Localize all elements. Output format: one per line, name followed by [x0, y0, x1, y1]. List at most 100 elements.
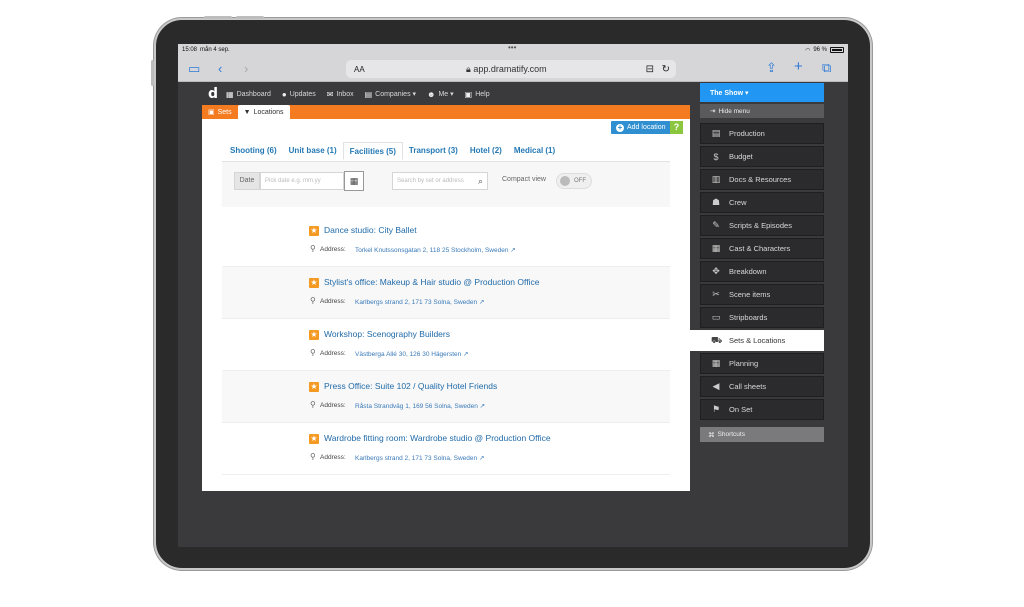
nav-help[interactable]: ▣ Help	[465, 90, 490, 99]
planning-icon: ▦	[711, 358, 721, 368]
text-size-button[interactable]: AA	[354, 65, 365, 74]
ipad-screen: 15:08 mån 4 sep. ••• ◠ 96 % ▭ ‹ › AA 🔒︎ …	[178, 44, 848, 547]
star-icon[interactable]: ★	[309, 278, 319, 288]
tab-facilities[interactable]: Facilities (5)	[342, 142, 403, 160]
sidebar-item-sets-locations[interactable]: ⛟ Sets & Locations	[690, 330, 824, 351]
address-label: Address:	[320, 350, 346, 357]
help-button[interactable]: ?	[670, 121, 683, 134]
date-input[interactable]: Pick date e.g. mm.yy	[260, 172, 344, 190]
add-location-button[interactable]: + Add location	[611, 121, 671, 134]
star-icon[interactable]: ★	[309, 434, 319, 444]
sidebar-item-label: Production	[729, 129, 765, 138]
browser-toolbar: ▭ ‹ › AA 🔒︎ app.dramatify.com ⊟ ↻ ⇪ + ⧉	[178, 56, 848, 82]
wifi-icon: ◠	[805, 47, 811, 54]
sidebar-item-scripts[interactable]: ✎ Scripts & Episodes	[700, 215, 824, 236]
multitask-dots-icon[interactable]: •••	[508, 44, 516, 52]
tab-sets-label: Sets	[217, 108, 232, 116]
reader-icon[interactable]: ⊟	[646, 64, 654, 75]
nav-updates[interactable]: ● Updates	[282, 90, 316, 99]
sidebar-item-production[interactable]: ▤ Production	[700, 123, 824, 144]
sidebar-item-stripboards[interactable]: ▭ Stripboards	[700, 307, 824, 328]
tab-locations[interactable]: ▼ Locations	[237, 105, 290, 119]
reload-icon[interactable]: ↻	[662, 64, 670, 75]
nav-companies-label: Companies ▾	[375, 91, 417, 98]
tab-unit-base[interactable]: Unit base (1)	[283, 142, 343, 160]
ipad-top-button-2	[236, 16, 264, 19]
show-selector-button[interactable]: The Show ▾	[700, 83, 824, 102]
nav-inbox[interactable]: ✉ Inbox	[327, 90, 354, 99]
tab-shooting[interactable]: Shooting (6)	[224, 142, 283, 160]
sidebar-item-scene-items[interactable]: ✂ Scene items	[700, 284, 824, 305]
calendar-icon[interactable]: ▦	[344, 171, 364, 191]
address-label: Address:	[320, 246, 346, 253]
tabs-overview-icon[interactable]: ⧉	[822, 61, 831, 74]
dramatify-logo[interactable]: d	[208, 86, 218, 102]
address-link[interactable]: Torkel Knutssonsgatan 2, 118 25 Stockhol…	[355, 246, 516, 254]
hide-menu-icon: ⇥	[710, 108, 716, 115]
star-icon[interactable]: ★	[309, 382, 319, 392]
shortcuts-button[interactable]: ⌘ Shortcuts	[700, 427, 824, 442]
back-icon[interactable]: ‹	[218, 62, 222, 75]
sidebar-item-label: Crew	[729, 198, 747, 207]
shortcuts-label: Shortcuts	[717, 431, 745, 438]
nav-me[interactable]: ☻ Me ▾	[427, 90, 454, 99]
location-title[interactable]: Workshop: Scenography Builders	[324, 329, 450, 339]
sidebar-item-planning[interactable]: ▦ Planning	[700, 353, 824, 374]
address-bar[interactable]: AA 🔒︎ app.dramatify.com ⊟ ↻	[346, 60, 676, 78]
sidebar-item-call-sheets[interactable]: ◀ Call sheets	[700, 376, 824, 397]
sidebar-item-docs[interactable]: ▥ Docs & Resources	[700, 169, 824, 190]
location-title[interactable]: Stylist's office: Makeup & Hair studio @…	[324, 277, 539, 287]
sidebar-item-label: Breakdown	[729, 267, 767, 276]
search-input[interactable]: Search by set or address ⌕	[392, 172, 488, 190]
sidebar-item-label: Planning	[729, 359, 759, 368]
sidebar-item-on-set[interactable]: ⚑ On Set	[700, 399, 824, 420]
breakdown-icon: ✥	[712, 266, 720, 276]
address-label: Address:	[320, 402, 346, 409]
inbox-icon: ✉	[326, 89, 334, 99]
docs-icon: ▥	[711, 174, 721, 184]
map-pin-icon: ⚲	[310, 296, 316, 305]
map-pin-icon: ⚲	[310, 348, 316, 357]
top-tab-bar: ▣ Sets ▼ Locations	[202, 105, 690, 119]
on-set-icon: ⚑	[711, 404, 721, 414]
location-list: ★ Dance studio: City Ballet ⚲ Address: T…	[222, 215, 670, 475]
hide-menu-button[interactable]: ⇥ Hide menu	[700, 104, 824, 118]
location-title[interactable]: Wardrobe fitting room: Wardrobe studio @…	[324, 433, 551, 443]
address-link[interactable]: Karlbergs strand 2, 171 73 Solna, Sweden…	[355, 298, 484, 306]
star-icon[interactable]: ★	[309, 330, 319, 340]
location-title[interactable]: Press Office: Suite 102 / Quality Hotel …	[324, 381, 497, 391]
nav-inbox-label: Inbox	[336, 90, 354, 98]
forward-icon[interactable]: ›	[244, 62, 248, 75]
nav-dashboard[interactable]: ▦ Dashboard	[226, 90, 271, 99]
production-icon: ▤	[711, 128, 721, 138]
sidebar-item-label: Budget	[729, 152, 753, 161]
search-placeholder: Search by set or address	[397, 178, 464, 184]
sidebar-item-breakdown[interactable]: ✥ Breakdown	[700, 261, 824, 282]
hide-menu-label: Hide menu	[718, 107, 750, 115]
tab-transport[interactable]: Transport (3)	[403, 142, 464, 160]
tab-medical[interactable]: Medical (1)	[508, 142, 561, 160]
nav-help-label: Help	[475, 90, 490, 98]
compact-view-toggle[interactable]: OFF	[556, 173, 592, 189]
share-icon[interactable]: ⇪	[766, 61, 777, 74]
cast-icon: ▦	[711, 243, 721, 253]
sidebar-item-budget[interactable]: $ Budget	[700, 146, 824, 167]
location-title[interactable]: Dance studio: City Ballet	[324, 225, 417, 235]
list-item: ★ Dance studio: City Ballet ⚲ Address: T…	[222, 215, 670, 267]
nav-companies[interactable]: ▤ Companies ▾	[365, 90, 416, 99]
dashboard-icon: ▦	[226, 89, 234, 99]
tab-hotel[interactable]: Hotel (2)	[464, 142, 508, 160]
star-icon[interactable]: ★	[309, 226, 319, 236]
sidebar-item-label: On Set	[729, 405, 753, 414]
tab-sets[interactable]: ▣ Sets	[202, 105, 238, 119]
sidebar-item-cast[interactable]: ▦ Cast & Characters	[700, 238, 824, 259]
address-link[interactable]: Råsta Strandväg 1, 169 56 Solna, Sweden …	[355, 402, 485, 410]
sidebar-toggle-icon[interactable]: ▭	[188, 62, 200, 75]
sidebar-item-label: Scene items	[729, 290, 771, 299]
address-link[interactable]: Västberga Allé 30, 126 30 Hägersten ↗	[355, 350, 469, 358]
help-icon: ▣	[464, 89, 473, 99]
filter-icon: ▼	[243, 108, 251, 116]
sidebar-item-crew[interactable]: ☗ Crew	[700, 192, 824, 213]
address-link[interactable]: Karlbergs strand 2, 171 73 Solna, Sweden…	[355, 454, 484, 462]
new-tab-icon[interactable]: +	[794, 59, 803, 74]
